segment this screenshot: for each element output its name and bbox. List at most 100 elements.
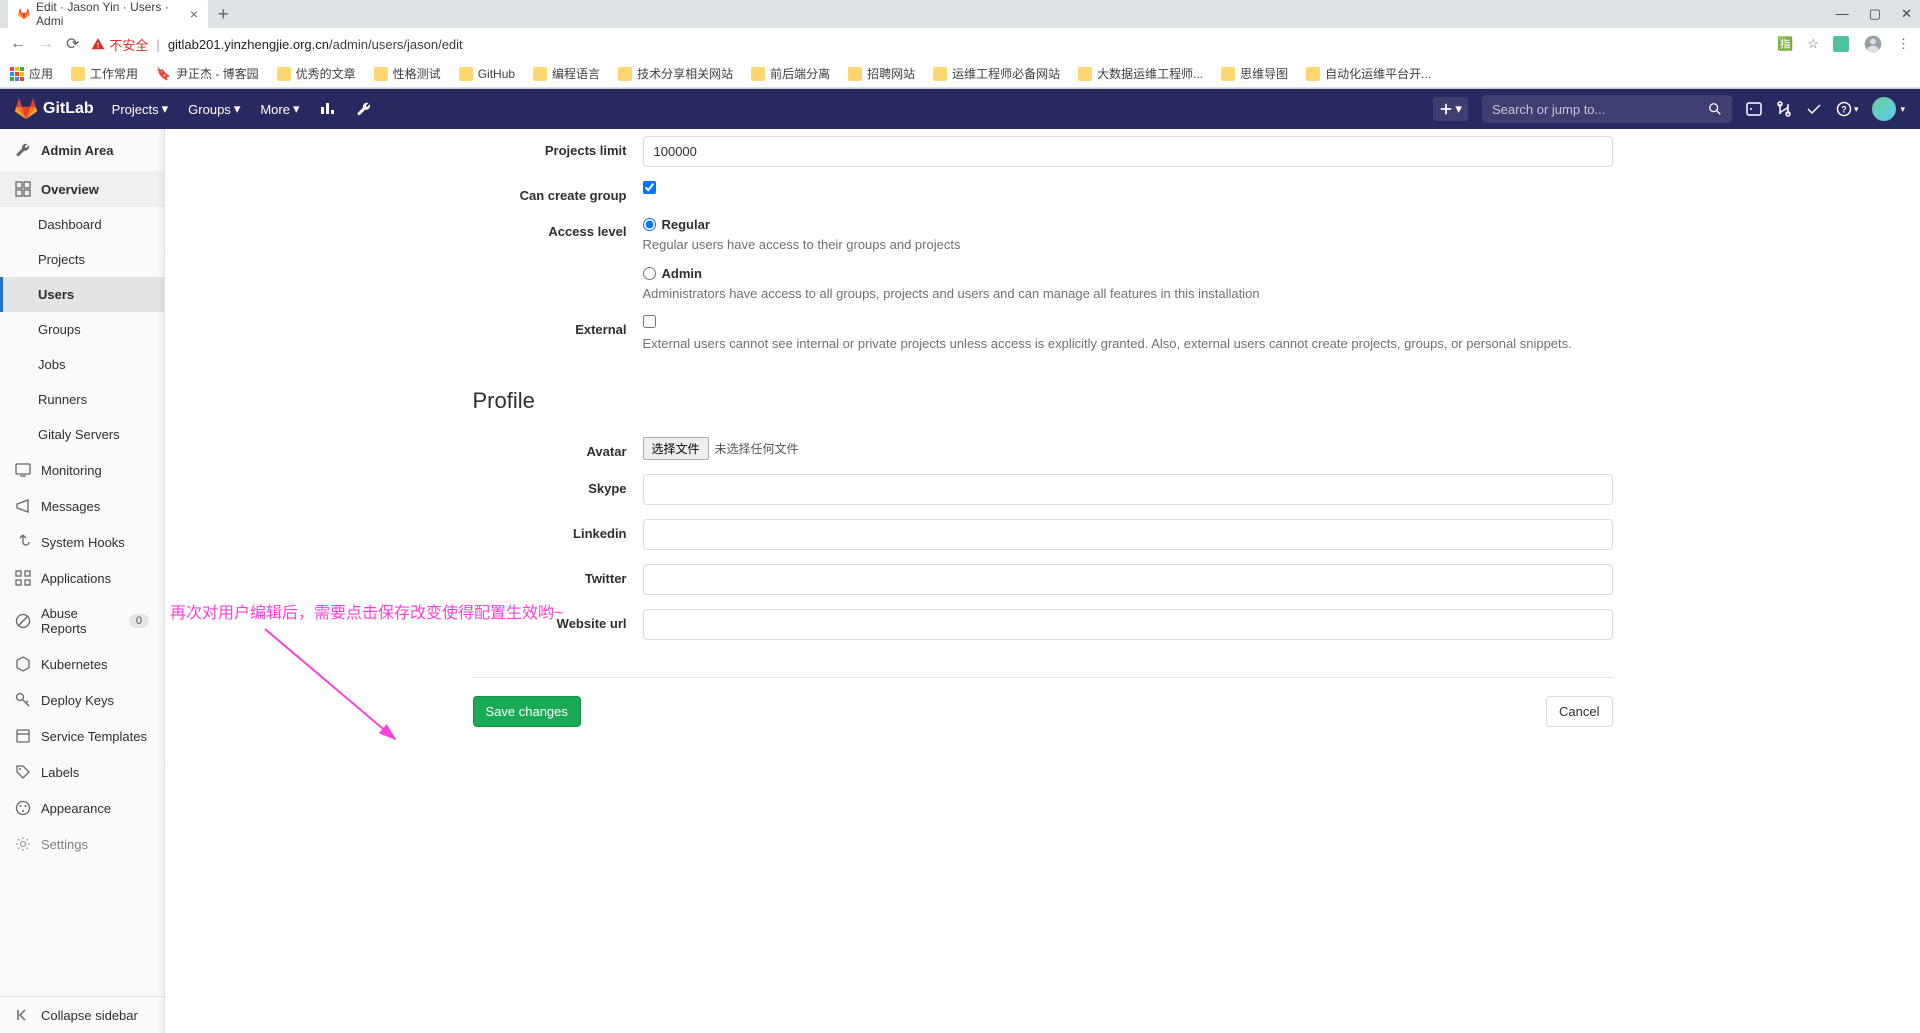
bookmark-item[interactable]: 大数据运维工程师...	[1078, 65, 1203, 82]
gitlab-logo[interactable]: GitLab	[15, 98, 94, 120]
search-box[interactable]	[1482, 95, 1732, 123]
new-dropdown[interactable]: ▾	[1433, 97, 1468, 121]
close-tab-icon[interactable]: ×	[190, 6, 198, 22]
wrench-icon	[15, 142, 31, 158]
search-icon	[1708, 102, 1722, 116]
back-button[interactable]: ←	[10, 35, 26, 53]
browser-menu-icon[interactable]: ⋮	[1897, 36, 1910, 52]
sidebar-item-applications[interactable]: Applications	[0, 560, 164, 596]
folder-icon	[618, 67, 632, 81]
folder-icon	[1306, 67, 1320, 81]
nav-projects[interactable]: Projects ▾	[112, 101, 169, 117]
sidebar-sub-jobs[interactable]: Jobs	[0, 347, 164, 382]
address-bar[interactable]: 不安全 | gitlab201.yinzhengjie.org.cn/admin…	[91, 35, 1765, 54]
skype-input[interactable]	[643, 474, 1613, 505]
avatar-label: Avatar	[473, 437, 643, 459]
sidebar-item-labels[interactable]: Labels	[0, 754, 164, 790]
projects-limit-input[interactable]	[643, 136, 1613, 167]
sidebar-item-abuse[interactable]: Abuse Reports0	[0, 596, 164, 646]
bookmark-item[interactable]: 思维导图	[1221, 65, 1288, 82]
sidebar-sub-users[interactable]: Users	[0, 277, 164, 312]
sidebar-item-deploy-keys[interactable]: Deploy Keys	[0, 682, 164, 718]
external-help: External users cannot see internal or pr…	[643, 336, 1613, 351]
bookmark-item[interactable]: 工作常用	[71, 65, 138, 82]
browser-tab[interactable]: Edit · Jason Yin · Users · Admi ×	[8, 0, 208, 33]
abuse-icon	[15, 613, 31, 629]
sidebar-sub-gitaly[interactable]: Gitaly Servers	[0, 417, 164, 452]
collapse-sidebar[interactable]: Collapse sidebar	[0, 996, 164, 1033]
bookmark-item[interactable]: 招聘网站	[848, 65, 915, 82]
sidebar-sub-groups[interactable]: Groups	[0, 312, 164, 347]
sidebar-item-service-templates[interactable]: Service Templates	[0, 718, 164, 754]
bookmark-item[interactable]: 技术分享相关网站	[618, 65, 733, 82]
linkedin-input[interactable]	[643, 519, 1613, 550]
access-admin-radio[interactable]	[643, 267, 656, 280]
bookmark-bar: 应用 工作常用 🔖尹正杰 - 博客园 优秀的文章 性格测试 GitHub 编程语…	[0, 60, 1920, 88]
folder-icon	[1078, 67, 1092, 81]
bookmark-item[interactable]: 自动化运维平台开...	[1306, 65, 1431, 82]
bookmark-item[interactable]: 🔖尹正杰 - 博客园	[156, 65, 259, 82]
monitor-icon	[15, 462, 31, 478]
sidebar-item-kubernetes[interactable]: Kubernetes	[0, 646, 164, 682]
reload-button[interactable]: ⟳	[66, 34, 79, 54]
svg-text:?: ?	[1841, 105, 1847, 115]
external-checkbox[interactable]	[643, 315, 656, 328]
sidebar-header[interactable]: Admin Area	[0, 129, 164, 171]
bookmark-star-icon[interactable]: ☆	[1807, 36, 1819, 52]
profile-icon[interactable]	[1863, 34, 1883, 54]
maximize-icon[interactable]: ▢	[1869, 6, 1881, 22]
todos-icon[interactable]	[1806, 101, 1822, 117]
template-icon	[15, 728, 31, 744]
nav-more[interactable]: More ▾	[260, 101, 299, 117]
access-level-label: Access level	[473, 217, 643, 239]
sidebar-sub-projects[interactable]: Projects	[0, 242, 164, 277]
sidebar-item-messages[interactable]: Messages	[0, 488, 164, 524]
appearance-icon	[15, 800, 31, 816]
file-status-text: 未选择任何文件	[715, 440, 799, 457]
hook-icon	[15, 534, 31, 550]
sidebar-item-hooks[interactable]: System Hooks	[0, 524, 164, 560]
plus-icon	[1439, 102, 1453, 116]
folder-icon	[751, 67, 765, 81]
help-dropdown[interactable]: ? ▾	[1836, 101, 1859, 117]
bookmark-item[interactable]: 优秀的文章	[277, 65, 356, 82]
chevron-down-icon: ▾	[1900, 104, 1905, 115]
choose-file-button[interactable]: 选择文件	[643, 437, 709, 460]
bookmark-item[interactable]: GitHub	[459, 67, 515, 81]
extension-icon[interactable]	[1833, 36, 1849, 52]
cancel-button[interactable]: Cancel	[1546, 696, 1612, 727]
close-window-icon[interactable]: ✕	[1901, 6, 1912, 22]
access-regular-radio[interactable]	[643, 218, 656, 231]
chevron-down-icon: ▾	[162, 101, 169, 117]
gitlab-navbar: GitLab Projects ▾ Groups ▾ More ▾ ▾ ? ▾ …	[0, 89, 1920, 129]
sidebar-item-settings[interactable]: Settings	[0, 826, 164, 862]
bookmark-item[interactable]: 前后端分离	[751, 65, 830, 82]
search-input[interactable]	[1492, 102, 1708, 117]
user-menu[interactable]: ▾	[1872, 97, 1905, 121]
save-changes-button[interactable]: Save changes	[473, 696, 581, 727]
apps-shortcut[interactable]: 应用	[10, 65, 53, 82]
activity-icon[interactable]	[320, 101, 336, 117]
sidebar-item-monitoring[interactable]: Monitoring	[0, 452, 164, 488]
translate-icon[interactable]: 🈯	[1777, 36, 1793, 52]
sidebar-sub-dashboard[interactable]: Dashboard	[0, 207, 164, 242]
can-create-group-checkbox[interactable]	[643, 181, 656, 194]
nav-groups[interactable]: Groups ▾	[188, 101, 240, 117]
bookmark-item[interactable]: 运维工程师必备网站	[933, 65, 1060, 82]
website-input[interactable]	[643, 609, 1613, 640]
forward-button[interactable]: →	[38, 35, 54, 53]
minimize-icon[interactable]: —	[1836, 6, 1849, 22]
new-tab-button[interactable]: +	[218, 4, 229, 25]
merge-request-icon[interactable]	[1776, 101, 1792, 117]
twitter-input[interactable]	[643, 564, 1613, 595]
sidebar-item-appearance[interactable]: Appearance	[0, 790, 164, 826]
skype-label: Skype	[473, 474, 643, 496]
kubernetes-icon	[15, 656, 31, 672]
sidebar-sub-runners[interactable]: Runners	[0, 382, 164, 417]
bookmark-item[interactable]: 性格测试	[374, 65, 441, 82]
key-icon	[15, 692, 31, 708]
wrench-icon[interactable]	[356, 101, 372, 117]
sidebar-item-overview[interactable]: Overview	[0, 171, 164, 207]
issues-icon[interactable]	[1746, 101, 1762, 117]
bookmark-item[interactable]: 编程语言	[533, 65, 600, 82]
